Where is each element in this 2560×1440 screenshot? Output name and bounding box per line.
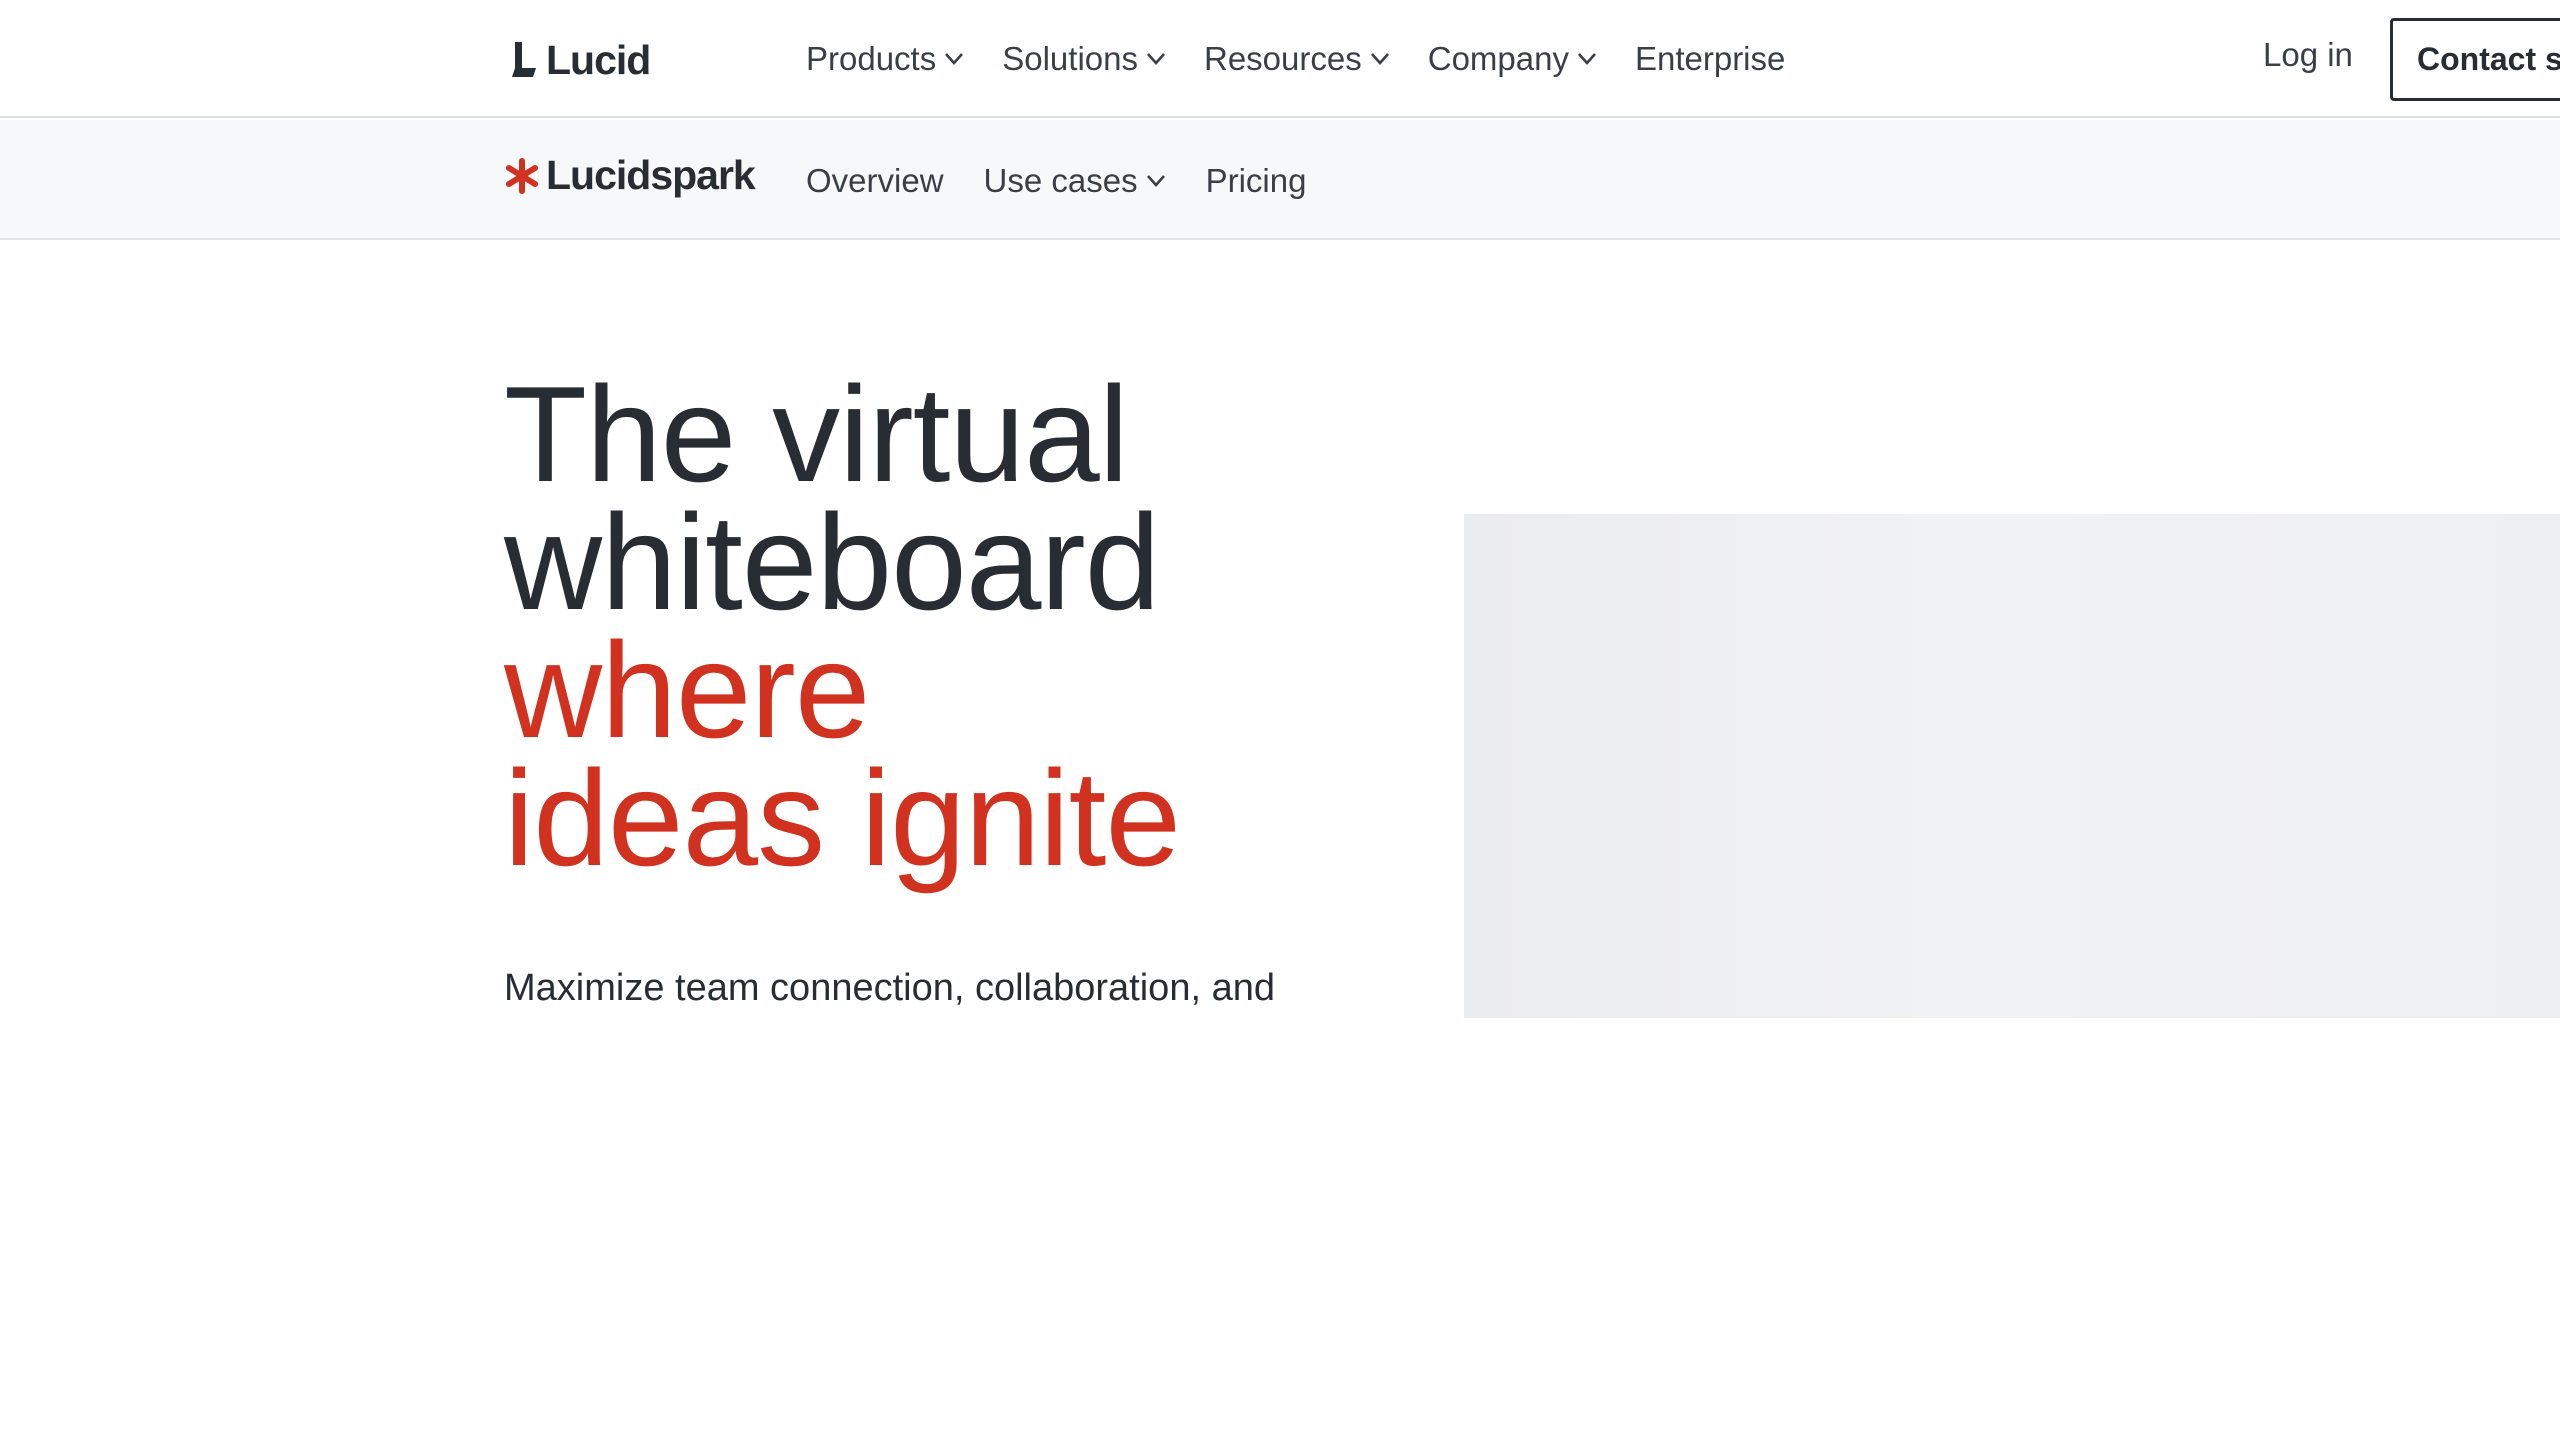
hero-title-accent-line: ideas ignite xyxy=(504,742,1181,894)
subnav-item-overview[interactable]: Overview xyxy=(806,162,944,200)
contact-sales-button[interactable]: Contact s xyxy=(2390,18,2560,101)
hero-title: The virtual whiteboard where ideas ignit… xyxy=(504,358,1404,894)
menu-company[interactable]: Company xyxy=(1428,40,1597,78)
hero-title-accent-line: where xyxy=(504,614,870,766)
menu-label: Company xyxy=(1427,40,1569,77)
subbrand-name: Lucidspark xyxy=(546,152,756,198)
spark-asterisk-icon xyxy=(506,157,538,194)
menu-label: Enterprise xyxy=(1634,40,1786,77)
menu-products[interactable]: Products xyxy=(806,40,964,78)
hero-title-line: The virtual xyxy=(504,358,1129,510)
subnav-label: Use cases xyxy=(983,162,1138,199)
brand-name: Lucid xyxy=(546,36,651,83)
lucid-logo-icon xyxy=(512,42,536,77)
top-navigation: Lucid Products Solutions Resources Compa… xyxy=(0,0,2560,118)
menu-resources[interactable]: Resources xyxy=(1204,40,1390,78)
login-link[interactable]: Log in xyxy=(2263,36,2353,74)
subnav-item-pricing[interactable]: Pricing xyxy=(1206,162,1307,200)
chevron-down-icon xyxy=(1370,53,1389,65)
subnav-label: Overview xyxy=(806,162,944,199)
primary-menu: Products Solutions Resources Company Ent… xyxy=(806,32,1823,86)
menu-enterprise[interactable]: Enterprise xyxy=(1635,40,1785,78)
hero-media-placeholder xyxy=(1464,514,2560,1018)
chevron-down-icon xyxy=(1147,53,1165,65)
subnav-menu: Overview Use cases Pricing xyxy=(806,154,1346,208)
lucidspark-home-link[interactable]: Lucidspark xyxy=(504,152,756,199)
hero-subtitle: Maximize team connection, collaboration,… xyxy=(504,967,1275,1009)
menu-label: Products xyxy=(806,40,937,77)
menu-label: Solutions xyxy=(1002,40,1138,77)
chevron-down-icon xyxy=(945,53,964,65)
chevron-down-icon xyxy=(1146,175,1165,187)
subnav-item-use-cases[interactable]: Use cases xyxy=(984,162,1166,200)
menu-solutions[interactable]: Solutions xyxy=(1002,40,1166,78)
chevron-down-icon xyxy=(1577,53,1596,65)
product-subnav: Lucidspark Overview Use cases Pricing xyxy=(0,120,2560,240)
hero-title-line: whiteboard xyxy=(504,486,1160,638)
subnav-label: Pricing xyxy=(1205,162,1307,199)
menu-label: Resources xyxy=(1204,40,1362,77)
lucid-home-link[interactable]: Lucid xyxy=(512,36,651,83)
